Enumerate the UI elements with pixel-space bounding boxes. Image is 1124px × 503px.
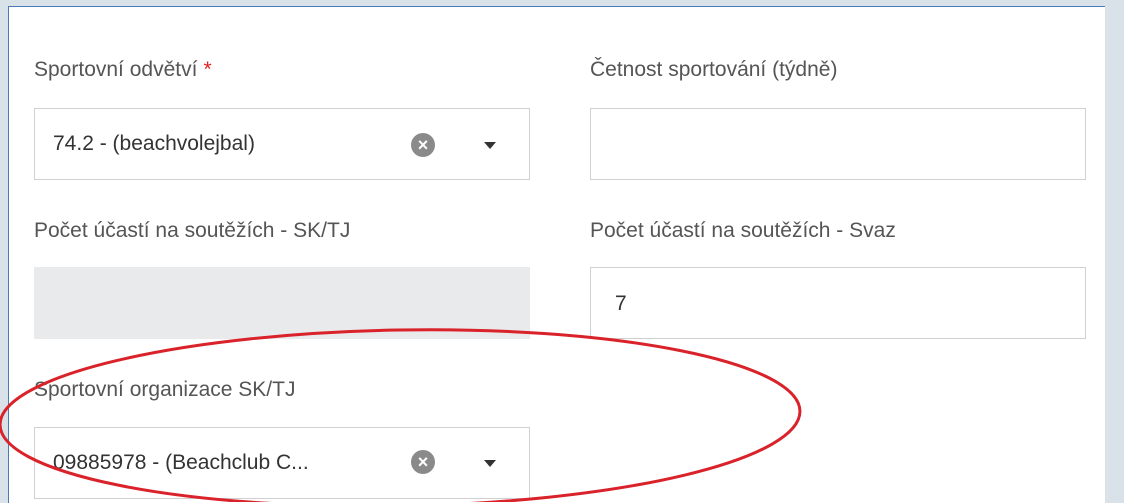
highlight-ellipse xyxy=(0,328,802,502)
highlight-ellipse-shape xyxy=(0,328,802,502)
